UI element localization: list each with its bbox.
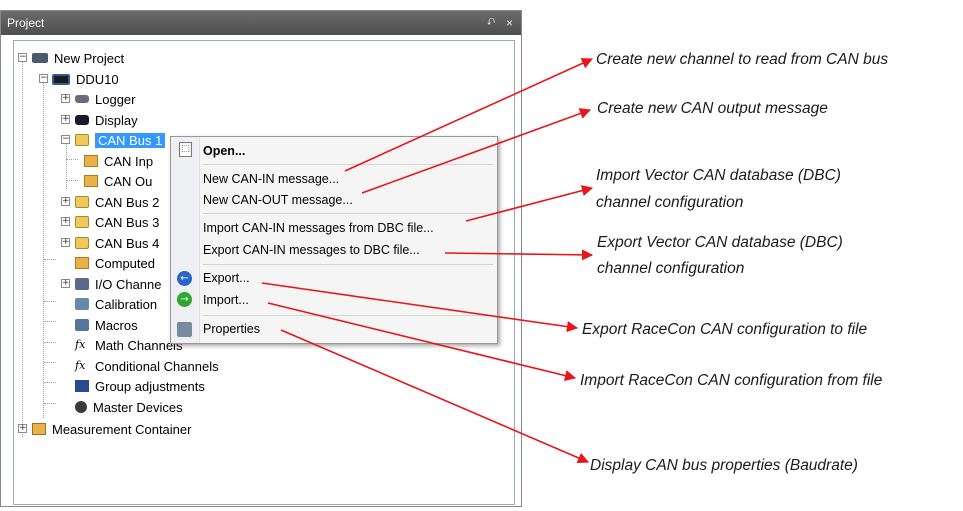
annotation-import-vector-line1: Import Vector CAN database (DBC) [596, 167, 841, 184]
annotation-create-channel: Create new channel to read from CAN bus [596, 51, 889, 68]
annotation-import-racecon: Import RaceCon CAN configuration from fi… [580, 372, 883, 389]
annotation-export-vector-line2: channel configuration [597, 260, 745, 277]
arrow-create-output [361, 108, 592, 194]
arrow-import-racecon [267, 302, 577, 382]
arrow-display-props [280, 329, 590, 464]
annotation-display-props: Display CAN bus properties (Baudrate) [590, 457, 858, 474]
arrow-import-vector [465, 185, 594, 222]
annotation-create-output: Create new CAN output message [597, 100, 828, 117]
annotation-import-vector-line2: channel configuration [596, 194, 744, 211]
arrow-export-vector [444, 249, 594, 261]
annotation-arrows [261, 58, 594, 464]
annotation-export-vector-line1: Export Vector CAN database (DBC) [597, 234, 843, 251]
annotation-export-racecon: Export RaceCon CAN configuration to file [582, 321, 868, 338]
arrow-export-racecon [261, 282, 579, 333]
